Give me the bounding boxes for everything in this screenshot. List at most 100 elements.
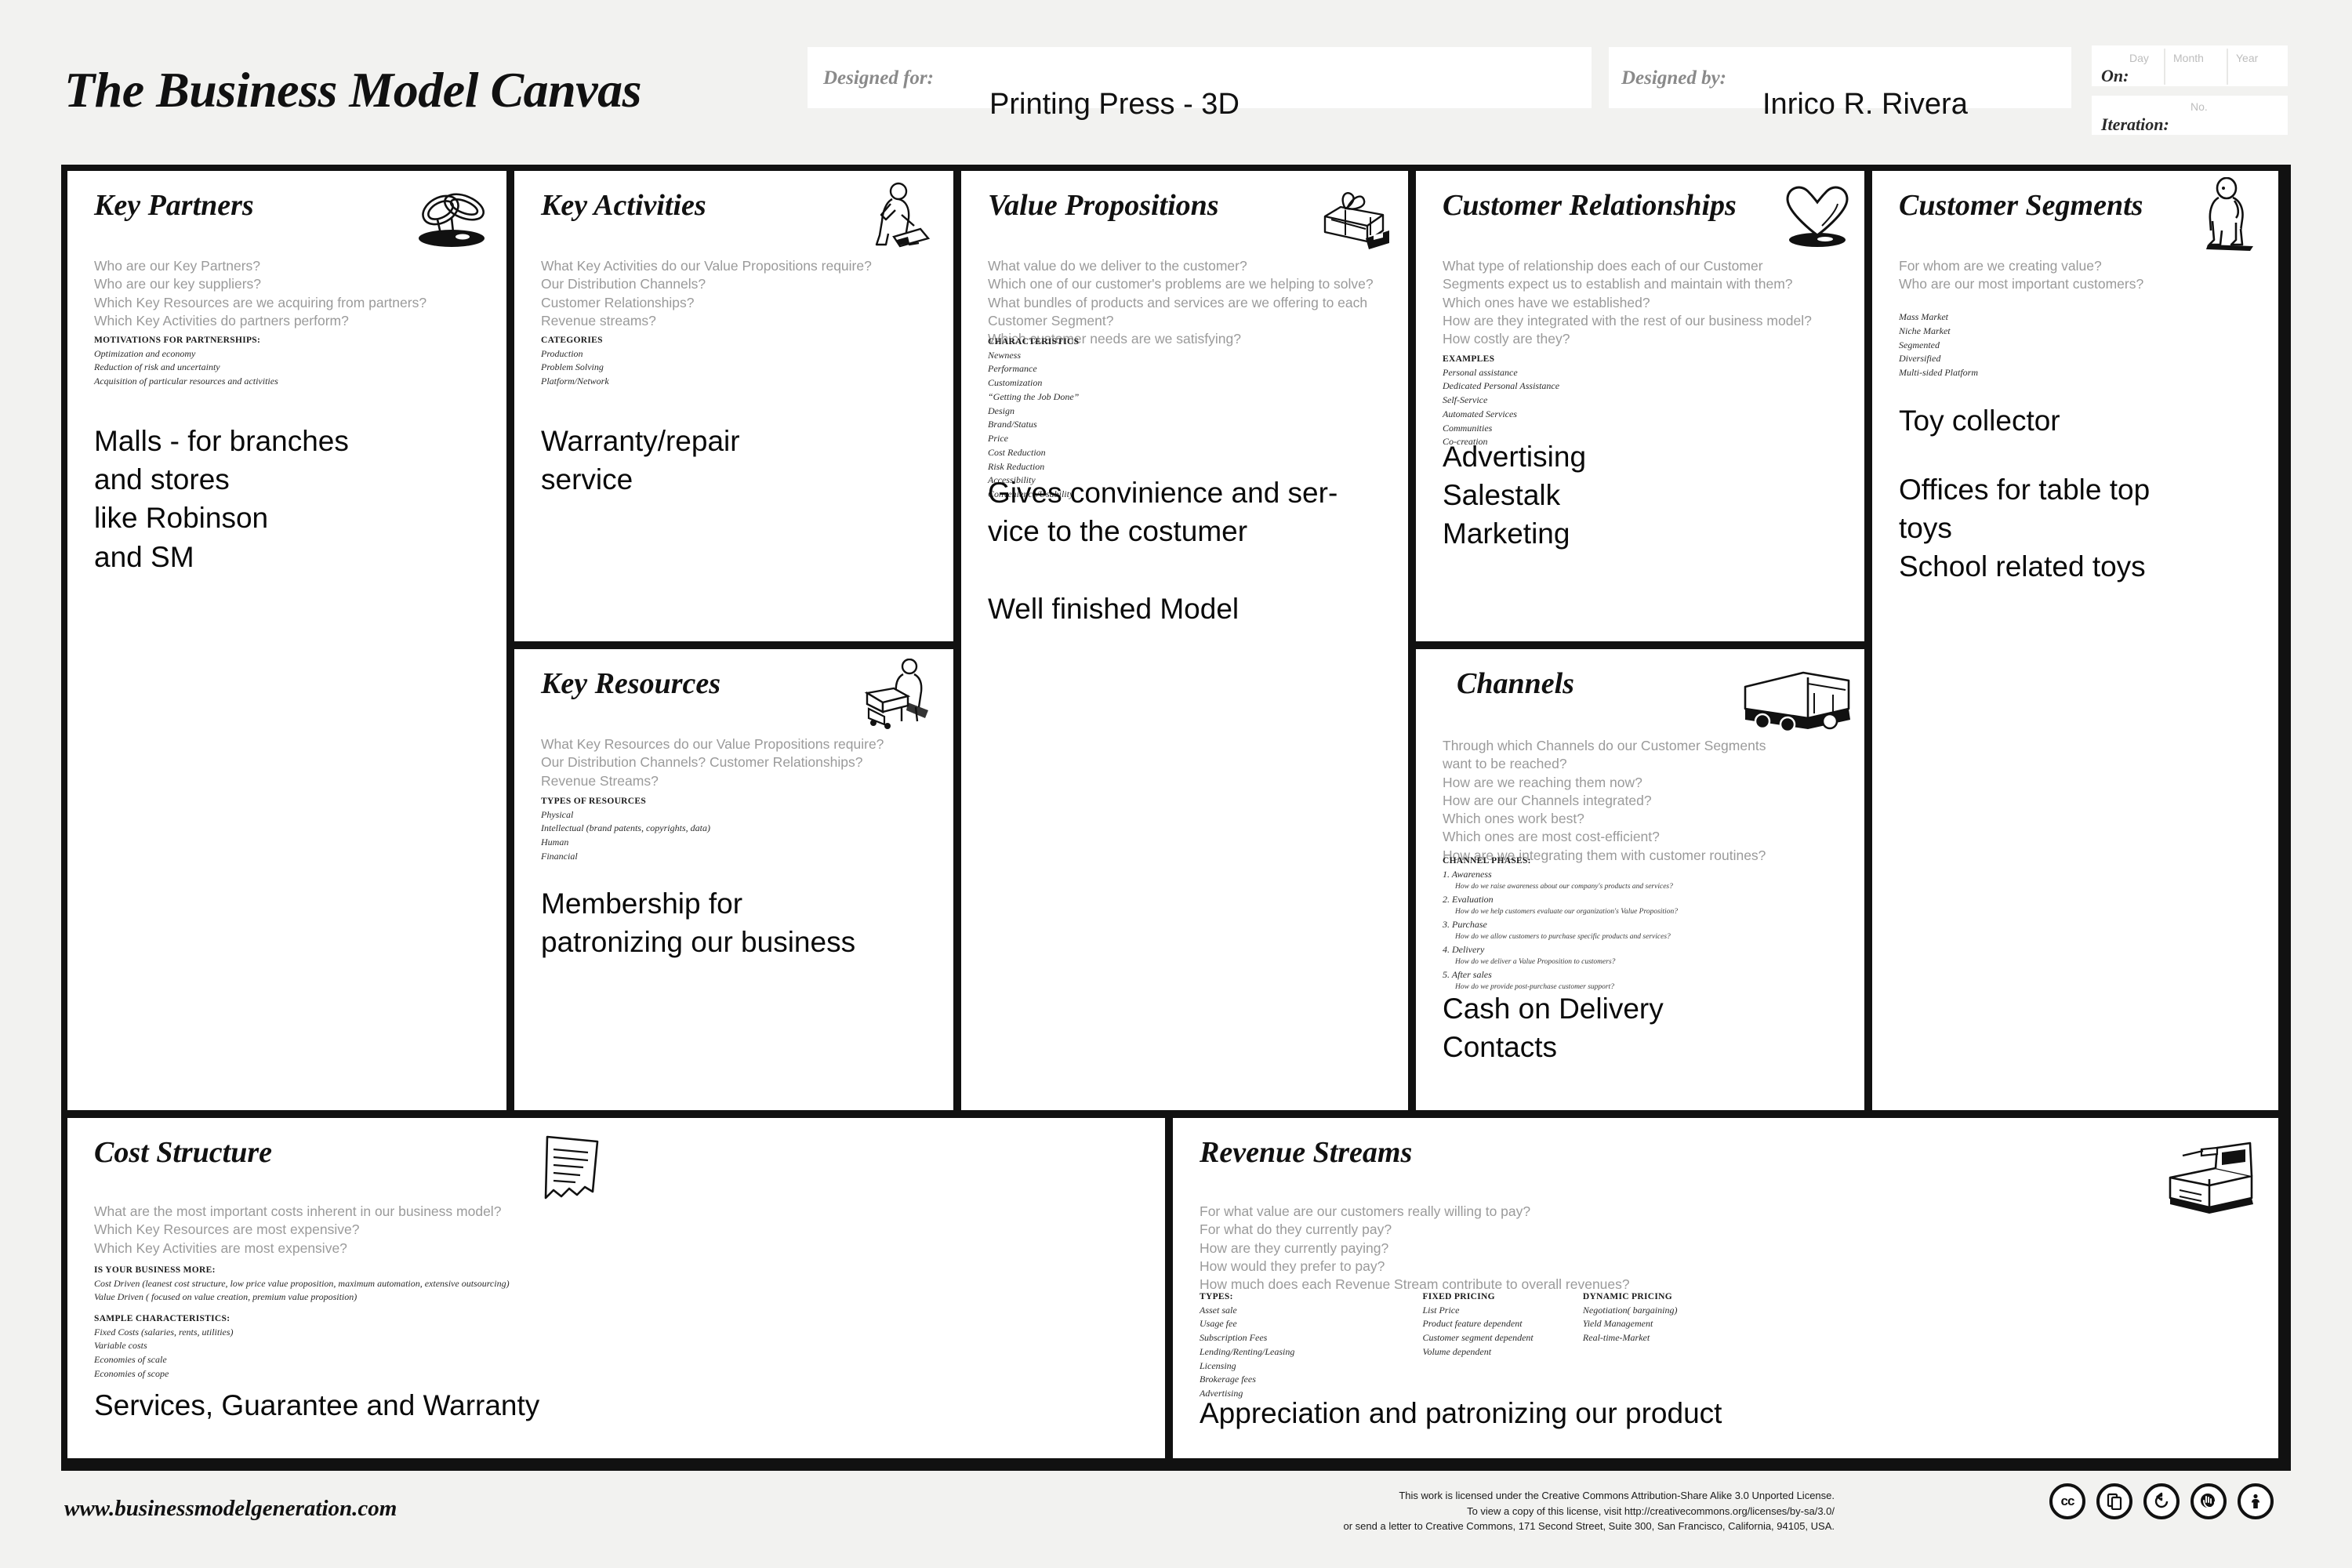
key-partners-prompts: Who are our Key Partners? Who are our ke… [94,258,427,328]
customer-relationships-user-text[interactable]: Advertising Salestalk Marketing [1443,437,1850,554]
vp-fine-item: Price [988,433,1008,445]
cs-fine-item: Segmented [1899,339,1940,350]
key-resources-fine-head: TYPES OF RESOURCES [541,797,647,806]
cost-structure-user-text[interactable]: Services, Guarantee and Warranty [94,1386,1113,1425]
key-resources-prompts: What Key Resources do our Value Proposit… [541,736,884,789]
key-activities-user-text[interactable]: Warranty/repair service [541,422,933,499]
value-propositions-title: Value Propositions [988,189,1219,222]
key-partners-title: Key Partners [94,189,254,222]
key-activities-fine-head: CATEGORIES [541,336,603,345]
block-customer-segments[interactable]: Customer Segments For whom are we creati [1872,171,2278,1110]
value-propositions-prompts: What value do we deliver to the customer… [988,258,1374,347]
key-partners-fine-head: MOTIVATIONS FOR PARTNERSHIPS: [94,336,261,345]
key-resources-user-text[interactable]: Membership for patronizing our business [541,884,949,961]
business-model-canvas: The Business Model Canvas Designed for: … [0,0,2352,1568]
block-value-propositions[interactable]: Value Propositions What value do we deli… [961,171,1408,1110]
worker-crate-icon [853,658,939,731]
attribution-hand-icon [2190,1483,2227,1519]
channel-phase-name: 2. Evaluation [1443,893,1494,905]
iteration-label: Iteration: [2101,114,2169,134]
cs-fine-head-1: IS YOUR BUSINESS MORE: [94,1265,216,1275]
cc-icon: cc [2049,1483,2085,1519]
customer-segments-fineprint: Mass Market Niche Market Segmented Diver… [1899,310,2267,380]
cs-fine-item-2: Economies of scale [94,1354,167,1366]
vp-fine-item: Customization [988,377,1043,389]
channel-phase-name: 3. Purchase [1443,918,1487,930]
block-customer-relationships[interactable]: Customer Relationships What type of rela… [1416,171,1864,641]
cash-register-icon [2159,1131,2261,1217]
block-revenue-streams[interactable]: Revenue Streams For what value are our c… [1173,1118,2278,1458]
cost-structure-title: Cost Structure [94,1136,273,1169]
cs-fine-item: Multi-sided Platform [1899,367,1978,378]
revenue-dynamic-pricing-column: DYNAMIC PRICING Negotiation( bargaining)… [1583,1290,1755,1345]
revenue-types-column: TYPES: Asset sale Usage fee Subscription… [1200,1290,1419,1401]
block-cost-structure[interactable]: Cost Structure What are the most importa… [67,1118,1165,1458]
rs-col-item: Subscription Fees [1200,1332,1268,1344]
rs-col-item: Yield Management [1582,1318,1653,1330]
vp-fine-item: Risk Reduction [988,460,1045,472]
key-activities-fine-item: Problem Solving [541,361,604,373]
cs-fine-item: Mass Market [1899,311,1948,322]
block-key-activities[interactable]: Key Activities What Key Activities do ou… [514,171,953,641]
rs-col-item: List Price [1422,1304,1460,1316]
canvas-footer: www.businessmodelgeneration.com This wor… [0,1482,2352,1568]
chain-links-icon [406,180,492,252]
rs-col-head: TYPES: [1200,1292,1233,1301]
license-line-3: or send a letter to Creative Commons, 17… [1343,1520,1835,1532]
customer-segments-user-text-primary[interactable]: Toy collector [1899,401,2267,440]
rs-col-item: Usage fee [1200,1318,1237,1330]
vp-fine-item: Design [988,405,1014,416]
vp-fine-item: Newness [988,349,1021,361]
share-alike-icon [2143,1483,2180,1519]
customer-relationships-title: Customer Relationships [1443,189,1737,222]
cr-fine-item: Self-Service [1443,394,1488,406]
cost-structure-fineprint-1: IS YOUR BUSINESS MORE: Cost Driven (lean… [94,1264,956,1305]
channels-user-text[interactable]: Cash on Delivery Contacts [1443,989,1850,1066]
cs-fine-item: Niche Market [1899,325,1951,336]
heart-icon [1773,180,1860,252]
key-partners-fine-item: Reduction of risk and uncertainty [94,361,220,373]
invoice-page-icon [530,1131,616,1209]
cost-structure-prompts: What are the most important costs inhere… [94,1203,502,1256]
customer-segments-user-text-secondary[interactable]: Offices for table top toys School relate… [1899,470,2267,586]
rs-col-item: Real-time-Market [1582,1332,1650,1344]
iteration-no-label: No. [2190,100,2208,113]
cs-fine-item-2: Economies of scope [94,1367,169,1379]
cs-fine-head-2: SAMPLE CHARACTERISTICS: [94,1314,230,1323]
channel-phase-desc: How do we allow customers to purchase sp… [1455,933,1671,942]
cr-fine-item: Personal assistance [1443,366,1518,378]
key-activities-fine-item: Production [541,347,583,359]
cr-fine-head: EXAMPLES [1443,354,1495,364]
key-partners-user-text[interactable]: Malls - for branches and stores like Rob… [94,422,486,576]
rs-col-item: Volume dependent [1422,1345,1492,1357]
key-resources-fine-item: Physical [541,808,574,820]
channel-phase-desc: How do we raise awareness about our comp… [1455,883,1673,891]
designed-for-value: Printing Press - 3D [989,88,1240,121]
block-key-resources[interactable]: Key Resources What Key Resources do our … [514,649,953,1110]
bmg-website-url[interactable]: www.businessmodelgeneration.com [64,1496,397,1522]
channel-phase-desc: How do we deliver a Value Proposition to… [1455,958,1616,967]
cr-fine-item: Communities [1443,422,1493,434]
rs-col-item: Licensing [1200,1359,1236,1371]
on-divider-2 [2227,49,2228,85]
designed-for-label: Designed for: [823,67,934,89]
rs-col-item: Lending/Renting/Leasing [1200,1345,1295,1357]
canvas-grid: Key Partners Who are our Key Partners? W… [61,165,2291,1471]
key-activities-fine-item: Platform/Network [541,376,609,387]
key-resources-title: Key Resources [541,667,721,700]
block-key-partners[interactable]: Key Partners Who are our Key Partners? W… [67,171,506,1110]
key-activities-prompts: What Key Activities do our Value Proposi… [541,258,872,328]
key-activities-fineprint: CATEGORIES Production Problem Solving Pl… [541,334,917,389]
key-resources-fineprint: TYPES OF RESOURCES Physical Intellectual… [541,795,925,864]
cr-fine-item: Automated Services [1443,408,1517,419]
customer-relationships-prompts: What type of relationship does each of o… [1443,258,1812,347]
key-partners-fine-item: Acquisition of particular resources and … [94,376,278,387]
revenue-streams-user-text[interactable]: Appreciation and patronizing our product [1200,1394,2250,1432]
cs-fine-item-2: Variable costs [94,1340,147,1352]
license-text: This work is licensed under the Creative… [1344,1488,1835,1534]
vp-fine-item: Brand/Status [988,419,1037,430]
designed-by-label: Designed by: [1621,67,1726,89]
value-propositions-user-text[interactable]: Gives convinience and ser- vice to the c… [988,474,1396,628]
channel-phase-name: 1. Awareness [1443,868,1492,880]
block-channels[interactable]: Channels Through which Channels do our C… [1416,649,1864,1110]
